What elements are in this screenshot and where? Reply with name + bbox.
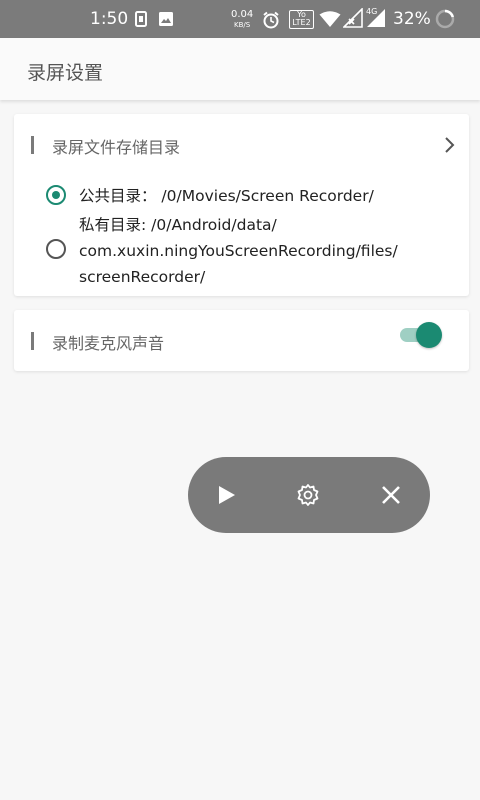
toggle-thumb[interactable] xyxy=(416,322,442,348)
signal-icon-2 xyxy=(366,8,386,32)
section-accent-bar xyxy=(31,136,34,154)
option-line: 公共目录： /0/Movies/Screen Recorder/ xyxy=(79,187,374,205)
play-icon[interactable] xyxy=(214,483,238,507)
alarm-icon xyxy=(262,11,280,33)
option-public-directory[interactable]: 公共目录： /0/Movies/Screen Recorder/ xyxy=(79,183,374,209)
signal-icon-1 xyxy=(342,7,365,32)
status-time: 1:50 xyxy=(90,9,129,29)
wifi-icon xyxy=(319,11,341,32)
image-icon xyxy=(158,11,174,31)
option-private-directory[interactable]: 私有目录: /0/Android/data/ com.xuxin.ningYou… xyxy=(79,212,398,290)
storage-section-title[interactable]: 录屏文件存储目录 xyxy=(52,134,180,158)
page-title: 录屏设置 xyxy=(27,62,104,84)
gear-icon[interactable] xyxy=(296,483,320,507)
option-line: screenRecorder/ xyxy=(79,268,206,286)
volte-label-bottom: LTE2 xyxy=(292,18,311,27)
option-line: 私有目录: /0/Android/data/ xyxy=(79,216,277,234)
radio-private-directory[interactable] xyxy=(46,239,66,259)
volte-icon: Yo LTE2 xyxy=(289,10,314,29)
sim-icon xyxy=(135,11,147,31)
storage-directory-card: 录屏文件存储目录 公共目录： /0/Movies/Screen Recorder… xyxy=(14,114,469,296)
option-line: com.xuxin.ningYouScreenRecording/files/ xyxy=(79,242,398,260)
floating-recorder-controls xyxy=(188,457,430,533)
chevron-right-icon[interactable] xyxy=(443,136,455,158)
status-bar: 1:50 0.04 KB/S Yo LTE2 4G 32% xyxy=(0,0,480,38)
net-speed: 0.04 KB/S xyxy=(231,10,253,30)
mic-section-title: 录制麦克风声音 xyxy=(52,334,165,353)
net-speed-unit: KB/S xyxy=(234,21,251,29)
record-mic-card: 录制麦克风声音 xyxy=(14,310,469,371)
battery-percent: 32% xyxy=(393,9,431,29)
battery-icon xyxy=(435,9,455,33)
net-speed-value: 0.04 xyxy=(231,9,254,20)
close-icon[interactable] xyxy=(379,483,403,507)
section-accent-bar xyxy=(31,332,34,350)
radio-public-directory[interactable] xyxy=(46,185,66,205)
app-bar: 录屏设置 xyxy=(0,38,480,100)
